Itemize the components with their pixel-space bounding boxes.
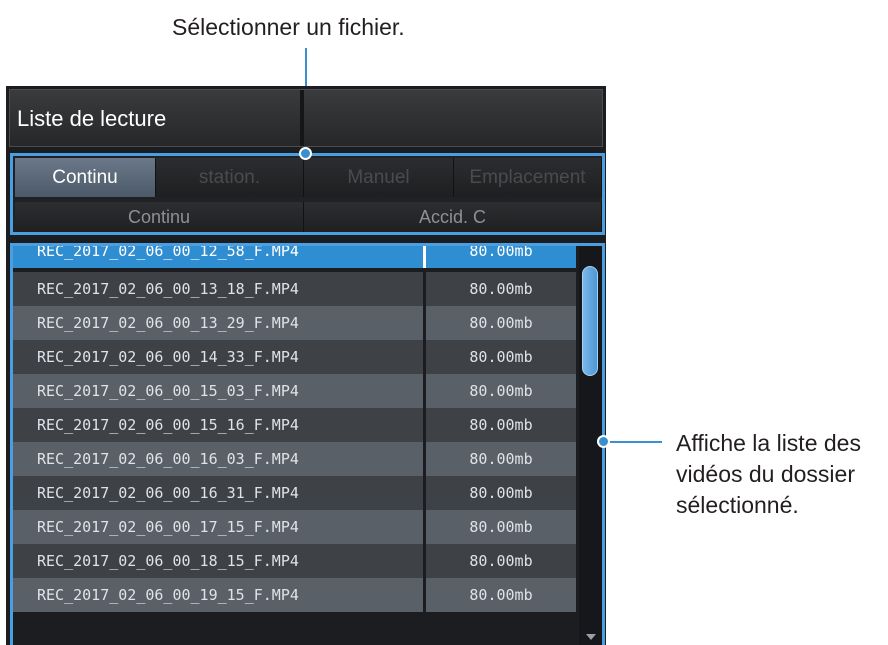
scroll-down-arrow-icon[interactable] (586, 634, 596, 640)
subtab-continu[interactable]: Continu (15, 202, 304, 232)
file-size: 80.00mb (423, 246, 576, 268)
file-row[interactable]: REC_2017_02_06_00_13_18_F.MP4 80.00mb (13, 272, 576, 306)
file-name: REC_2017_02_06_00_13_18_F.MP4 (37, 280, 299, 298)
file-name: REC_2017_02_06_00_17_15_F.MP4 (37, 518, 299, 536)
folder-tabs: Continu station. Manuel Emplacement Cont… (10, 153, 605, 235)
callout-video-list: Affiche la liste des vidéos du dossier s… (676, 430, 861, 518)
file-name: REC_2017_02_06_00_12_58_F.MP4 (37, 243, 299, 260)
file-row[interactable]: REC_2017_02_06_00_14_33_F.MP4 80.00mb (13, 340, 576, 374)
subtab-accident[interactable]: Accid. C (304, 202, 602, 232)
file-row[interactable]: REC_2017_02_06_00_16_31_F.MP4 80.00mb (13, 476, 576, 510)
playlist-header: Liste de lecture (9, 89, 603, 147)
file-row[interactable]: REC_2017_02_06_00_18_15_F.MP4 80.00mb (13, 544, 576, 578)
callout-select-file: Sélectionner un fichier. (172, 14, 405, 40)
file-name: REC_2017_02_06_00_15_16_F.MP4 (37, 416, 299, 434)
file-name: REC_2017_02_06_00_13_29_F.MP4 (37, 314, 299, 332)
callout-dot-right (597, 435, 610, 448)
file-name: REC_2017_02_06_00_16_03_F.MP4 (37, 450, 299, 468)
callout-dot-top (299, 147, 312, 160)
file-row[interactable]: REC_2017_02_06_00_12_58_F.MP4 80.00mb (13, 243, 576, 268)
file-row[interactable]: REC_2017_02_06_00_13_29_F.MP4 80.00mb (13, 306, 576, 340)
callout-line-right (604, 441, 662, 443)
file-row[interactable]: REC_2017_02_06_00_19_15_F.MP4 80.00mb (13, 578, 576, 612)
file-name: REC_2017_02_06_00_16_31_F.MP4 (37, 484, 299, 502)
tab-station[interactable]: station. (156, 158, 304, 197)
file-name: REC_2017_02_06_00_19_15_F.MP4 (37, 586, 299, 604)
playlist-title: Liste de lecture (17, 106, 167, 131)
tab-emplacement[interactable]: Emplacement (454, 158, 602, 197)
file-row[interactable]: REC_2017_02_06_00_15_03_F.MP4 80.00mb (13, 374, 576, 408)
file-name: REC_2017_02_06_00_18_15_F.MP4 (37, 552, 299, 570)
file-size: 80.00mb (423, 374, 576, 408)
file-row[interactable]: REC_2017_02_06_00_15_16_F.MP4 80.00mb (13, 408, 576, 442)
file-size: 80.00mb (423, 442, 576, 476)
tab-continu[interactable]: Continu (15, 158, 156, 197)
tab-manuel[interactable]: Manuel (304, 158, 454, 197)
file-size: 80.00mb (423, 544, 576, 578)
playlist-panel: Liste de lecture Continu station. Manuel… (6, 86, 606, 645)
file-size: 80.00mb (423, 476, 576, 510)
file-list: REC_2017_02_06_00_12_58_F.MP4 80.00mb REC_… (10, 243, 605, 645)
file-size: 80.00mb (423, 306, 576, 340)
file-row[interactable]: REC_2017_02_06_00_16_03_F.MP4 80.00mb (13, 442, 576, 476)
file-size: 80.00mb (423, 578, 576, 612)
file-size: 80.00mb (423, 340, 576, 374)
file-size: 80.00mb (423, 272, 576, 306)
scrollbar-thumb[interactable] (582, 266, 598, 376)
file-name: REC_2017_02_06_00_15_03_F.MP4 (37, 382, 299, 400)
file-name: REC_2017_02_06_00_14_33_F.MP4 (37, 348, 299, 366)
file-size: 80.00mb (423, 408, 576, 442)
header-divider (300, 90, 304, 146)
file-size: 80.00mb (423, 510, 576, 544)
file-row[interactable]: REC_2017_02_06_00_17_15_F.MP4 80.00mb (13, 510, 576, 544)
